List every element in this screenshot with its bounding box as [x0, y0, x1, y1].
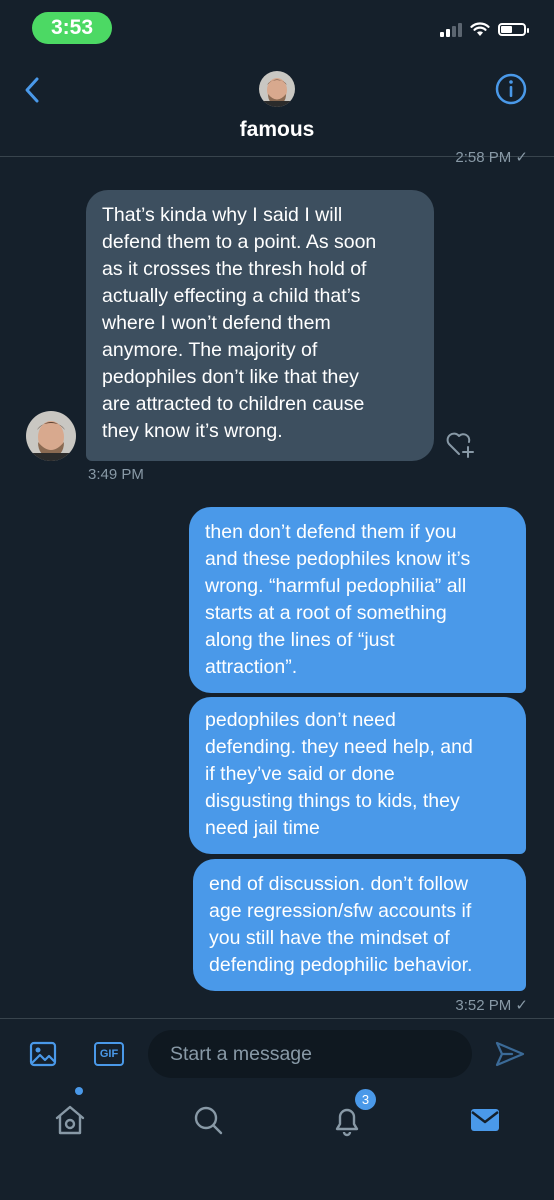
notifications-badge: 3 [355, 1089, 376, 1110]
avatar-photo [259, 71, 295, 107]
home-icon[interactable] [50, 1100, 90, 1140]
back-button[interactable] [18, 72, 50, 108]
message-input[interactable] [148, 1030, 472, 1078]
gif-button[interactable]: GIF [94, 1042, 124, 1066]
outgoing-message[interactable]: end of discussion. don’t follow age regr… [193, 859, 526, 991]
signal-icon [440, 22, 462, 37]
incoming-timestamp: 3:49 PM [88, 466, 144, 483]
avatar-photo [26, 411, 76, 461]
conversation-header: famous [0, 56, 554, 157]
home-unread-dot [75, 1087, 83, 1095]
search-icon[interactable] [188, 1100, 228, 1140]
sender-avatar[interactable] [26, 411, 76, 461]
heart-plus-icon[interactable] [444, 428, 478, 460]
incoming-message[interactable]: That’s kinda why I said I will defend th… [86, 190, 434, 461]
contact-name: famous [239, 118, 315, 141]
header-avatar[interactable] [259, 71, 295, 107]
wifi-icon [470, 22, 490, 36]
status-time[interactable]: 3:53 [32, 12, 112, 44]
image-icon[interactable] [28, 1039, 58, 1069]
message-composer: GIF [0, 1018, 554, 1091]
mail-icon[interactable] [465, 1100, 505, 1140]
tab-bar: 3 [0, 1087, 554, 1200]
outgoing-message[interactable]: pedophiles don’t need defending. they ne… [189, 697, 526, 854]
status-bar: 3:53 [0, 0, 554, 56]
previous-timestamp: 2:58 PM ✓ [455, 149, 528, 166]
battery-icon [498, 23, 529, 36]
status-icons [440, 22, 529, 37]
outgoing-message[interactable]: then don’t defend them if you and these … [189, 507, 526, 693]
send-icon[interactable] [494, 1039, 526, 1069]
info-button[interactable] [494, 72, 528, 106]
outgoing-timestamp: 3:52 PM ✓ [455, 997, 528, 1014]
